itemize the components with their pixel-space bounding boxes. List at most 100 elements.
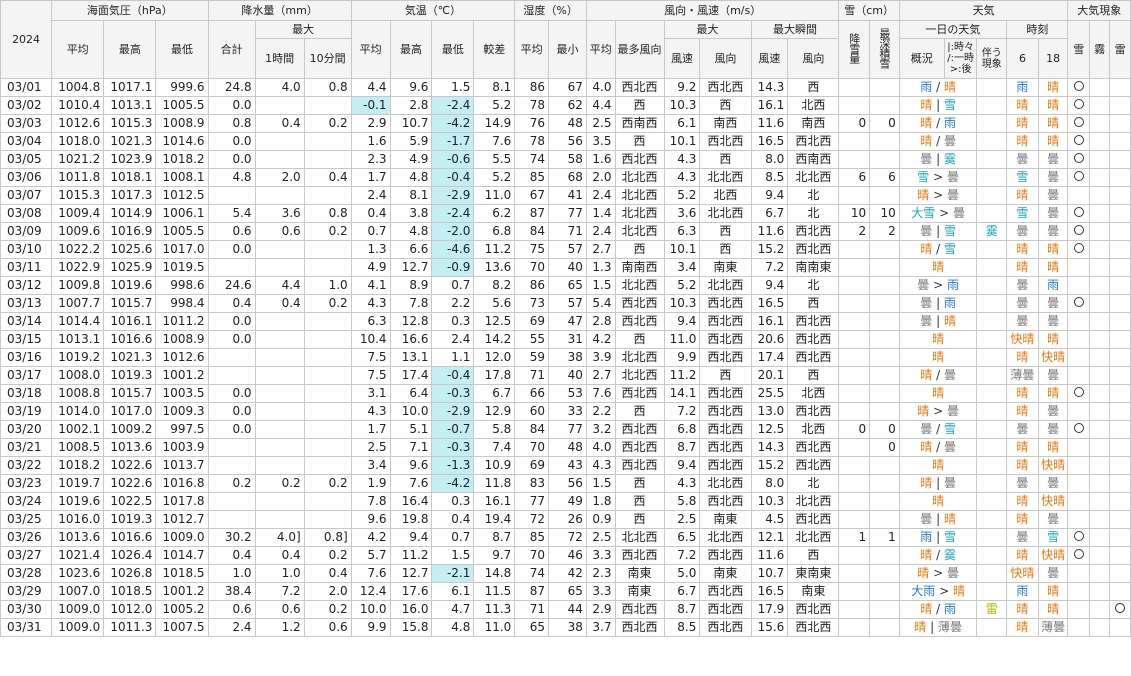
ph-thunder-cell: [1109, 132, 1131, 151]
date-cell: 03/05: [0, 150, 53, 169]
pressure-max-cell: 1012.0: [103, 600, 157, 619]
humidity-avg-header: 平均: [514, 20, 550, 79]
humidity-min-cell: 40: [548, 366, 587, 385]
temp-min-cell: 2.4: [431, 330, 475, 349]
time-18-weather: 晴: [1047, 116, 1060, 130]
ph-fog-cell: [1088, 78, 1111, 97]
temp-range-cell: 8.2: [473, 276, 516, 295]
wind-max-dir-header: 風向: [699, 38, 752, 79]
snowfall-cell: [838, 492, 871, 511]
pressure-min-cell: 1018.2: [155, 150, 209, 169]
circle-mark-icon: [1073, 549, 1084, 559]
precip-10m-cell: 1.0: [303, 276, 352, 295]
temp-range-cell: 5.5: [473, 150, 516, 169]
wind-gust-dir-cell: 北北西: [787, 168, 840, 187]
temp-max-cell: 8.9: [389, 276, 433, 295]
wind-max-dir-cell: 北北西: [699, 528, 752, 547]
temp-avg-cell: 4.3: [350, 294, 391, 313]
pressure-min-cell: 1008.9: [155, 114, 209, 133]
temp-range-cell: 5.2: [473, 96, 516, 115]
precip-total-cell: 2.4: [207, 618, 256, 637]
ph-fog-cell: [1088, 510, 1111, 529]
time-18-weather: 雨: [1047, 278, 1060, 292]
time-6-weather: 晴: [1016, 548, 1029, 562]
wind-most-dir-cell: 南南西: [614, 258, 665, 277]
ph-snow-cell: [1067, 492, 1090, 511]
temp-max-cell: 8.1: [389, 186, 433, 205]
time-6-cell: 晴: [1006, 438, 1039, 457]
snowfall-cell: [838, 78, 871, 97]
humidity-min-cell: 72: [548, 528, 587, 547]
ph-thunder-cell: [1109, 456, 1131, 475]
humidity-avg-cell: 72: [514, 510, 550, 529]
pressure-avg-cell: 1012.6: [51, 114, 105, 133]
time-18-weather: 曇: [1047, 404, 1060, 418]
ph-snow-cell: [1067, 366, 1090, 385]
time-18-cell: 快晴: [1037, 456, 1069, 475]
table-row: 03/18 1008.8 1015.7 1003.5 0.0 3.1 6.4 -0.3 6.7 6…: [0, 384, 1131, 403]
pressure-min-cell: 1008.9: [155, 330, 209, 349]
pressure-min-cell: 1011.2: [155, 312, 209, 331]
pressure-max-cell: 1016.9: [103, 222, 157, 241]
wind-max-dir-cell: 西北西: [699, 348, 752, 367]
overview-weather: 雪: [943, 422, 956, 436]
overview-cell: 晴: [898, 348, 978, 367]
temp-avg-cell: 4.1: [350, 276, 391, 295]
ph-thunder-cell: [1109, 240, 1131, 259]
wind-max-speed-cell: 8.7: [663, 438, 701, 457]
pressure-min-cell: 1008.1: [155, 168, 209, 187]
table-row: 03/01 1004.8 1017.1 999.6 24.8 4.0 0.8 4.4 9.6 1.…: [0, 78, 1131, 97]
precip-total-cell: 30.2: [207, 528, 256, 547]
wind-max-dir-cell: 西北西: [699, 384, 752, 403]
ph-thunder-cell: [1109, 366, 1131, 385]
temp-max-cell: 10.0: [389, 402, 433, 421]
wind-most-dir-cell: 西北西: [614, 384, 665, 403]
date-cell: 03/18: [0, 384, 53, 403]
temp-range-cell: 12.9: [473, 402, 516, 421]
pressure-avg-cell: 1021.4: [51, 546, 105, 565]
ph-thunder-cell: [1109, 600, 1131, 619]
ph-snow-cell: [1067, 564, 1090, 583]
ph-snow-cell: [1067, 96, 1090, 115]
temp-max-cell: 9.4: [389, 528, 433, 547]
pressure-max-cell: 1025.6: [103, 240, 157, 259]
circle-mark-icon: [1073, 207, 1084, 217]
wind-gust-dir-cell: 北: [787, 474, 840, 493]
wind-most-dir-cell: 西: [614, 474, 665, 493]
day-weather-header: 一日の天気: [898, 20, 1008, 39]
wind-max-speed-cell: 2.5: [663, 510, 701, 529]
wind-max-speed-cell: 9.2: [663, 78, 701, 97]
precip-10m-cell: 0.6: [303, 618, 352, 637]
humidity-avg-cell: 73: [514, 294, 550, 313]
ph-snow-cell: [1067, 168, 1090, 187]
time-18-weather: 曇: [1047, 188, 1060, 202]
accompany-cell: [976, 420, 1008, 439]
pressure-min-cell: 1003.9: [155, 438, 209, 457]
pressure-min-cell: 1005.5: [155, 96, 209, 115]
pressure-avg-cell: 1002.1: [51, 420, 105, 439]
temp-avg-cell: 6.3: [350, 312, 391, 331]
precip-total-cell: [207, 438, 256, 457]
overview-cell: 曇 / 雪: [898, 420, 978, 439]
wind-gust-speed-cell: 8.5: [750, 168, 789, 187]
overview-cell: 晴 | 薄曇: [898, 618, 978, 637]
date-cell: 03/15: [0, 330, 53, 349]
time-18-weather: 曇: [1047, 512, 1060, 526]
temp-avg-cell: 1.6: [350, 132, 391, 151]
pressure-min-cell: 1013.7: [155, 456, 209, 475]
ph-fog-cell: [1088, 366, 1111, 385]
wind-max-dir-cell: 西北西: [699, 492, 752, 511]
wind-gust-speed-cell: 11.6: [750, 114, 789, 133]
accompany-cell: [976, 492, 1008, 511]
humidity-min-cell: 67: [548, 78, 587, 97]
snow-depth-cell: [869, 456, 900, 475]
humidity-avg-cell: 83: [514, 474, 550, 493]
wind-avg-cell: 2.4: [585, 186, 616, 205]
time-6-weather: 曇: [1016, 476, 1029, 490]
table-row: 03/07 1015.3 1017.3 1012.5 2.4 8.1 -2.9 11.0 67 4…: [0, 186, 1131, 205]
wind-gust-speed-cell: 17.4: [750, 348, 789, 367]
overview-weather: 晴: [932, 386, 945, 400]
wind-max-speed-cell: 10.3: [663, 96, 701, 115]
ph-fog-cell: [1088, 222, 1111, 241]
temp-min-header: 最低: [431, 20, 475, 79]
